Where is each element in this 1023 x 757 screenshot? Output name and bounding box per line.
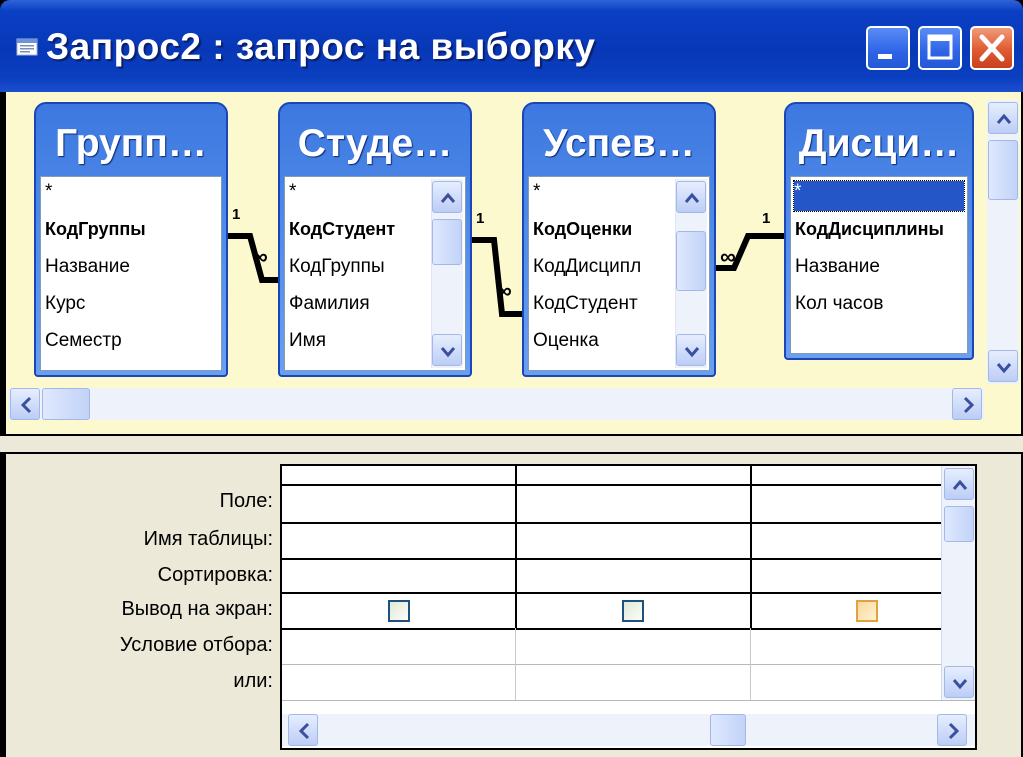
diagram-vertical-scrollbar[interactable]	[987, 100, 1019, 384]
grid-vertical-scrollbar[interactable]	[941, 466, 975, 700]
relationship-lines	[228, 233, 784, 317]
scroll-down-button[interactable]	[944, 666, 974, 698]
show-checkbox[interactable]	[622, 600, 644, 622]
relationship-one-label: 1	[232, 206, 241, 223]
row-label-sort: Сортировка:	[157, 564, 273, 586]
scroll-right-button[interactable]	[952, 388, 982, 420]
title-bar[interactable]: Запрос2 : запрос на выборку	[0, 0, 1023, 92]
scroll-thumb[interactable]	[710, 714, 746, 746]
row-label-field: Поле:	[219, 490, 273, 512]
chevron-up-icon	[952, 479, 968, 490]
row-label-table: Имя таблицы:	[143, 528, 273, 550]
relationship-many-label: ∞	[496, 278, 512, 303]
scroll-up-button[interactable]	[988, 102, 1018, 134]
close-button[interactable]	[970, 26, 1014, 70]
relationship-one-label: 1	[476, 210, 485, 227]
chevron-down-icon	[952, 679, 968, 690]
scroll-right-button[interactable]	[937, 714, 967, 746]
diagram-horizontal-scrollbar[interactable]	[8, 388, 984, 420]
minimize-icon	[878, 54, 892, 59]
relationship-one-label: 1	[762, 210, 771, 227]
row-label-or: или:	[233, 670, 273, 692]
relationship-many-label: ∞	[252, 244, 268, 269]
maximize-button[interactable]	[918, 26, 962, 70]
scroll-thumb[interactable]	[42, 388, 90, 420]
close-icon	[979, 34, 1005, 62]
grid-horizontal-scrollbar[interactable]	[282, 714, 975, 746]
chevron-right-icon	[948, 722, 960, 740]
scroll-up-button[interactable]	[944, 468, 974, 500]
pane-splitter[interactable]	[0, 434, 1023, 454]
row-label-criteria: Условие отбора:	[119, 634, 273, 656]
chevron-left-icon	[20, 396, 32, 414]
show-checkbox[interactable]	[388, 600, 410, 622]
scroll-left-button[interactable]	[288, 714, 318, 746]
chevron-up-icon	[996, 113, 1012, 124]
query-window-icon	[16, 38, 38, 56]
table-diagram-pane[interactable]: Групп… * КодГруппы Название Курс Семестр…	[6, 92, 1021, 434]
chevron-left-icon	[298, 722, 310, 740]
scroll-thumb[interactable]	[944, 506, 974, 542]
relationship-many-label: ∞	[720, 244, 736, 269]
show-checkbox[interactable]	[856, 600, 878, 622]
row-label-show: Вывод на экран:	[121, 598, 273, 620]
minimize-button[interactable]	[866, 26, 910, 70]
scroll-thumb[interactable]	[988, 140, 1018, 200]
design-grid[interactable]	[280, 464, 977, 750]
scroll-left-button[interactable]	[10, 388, 40, 420]
query-window: Запрос2 : запрос на выборку Групп… * Код…	[0, 0, 1023, 757]
maximize-icon	[927, 34, 953, 60]
query-design-grid-pane[interactable]: Поле: Имя таблицы: Сортировка: Вывод на …	[6, 454, 1021, 757]
chevron-right-icon	[963, 396, 975, 414]
chevron-down-icon	[996, 363, 1012, 374]
scroll-down-button[interactable]	[988, 350, 1018, 382]
window-title: Запрос2 : запрос на выборку	[46, 26, 596, 67]
